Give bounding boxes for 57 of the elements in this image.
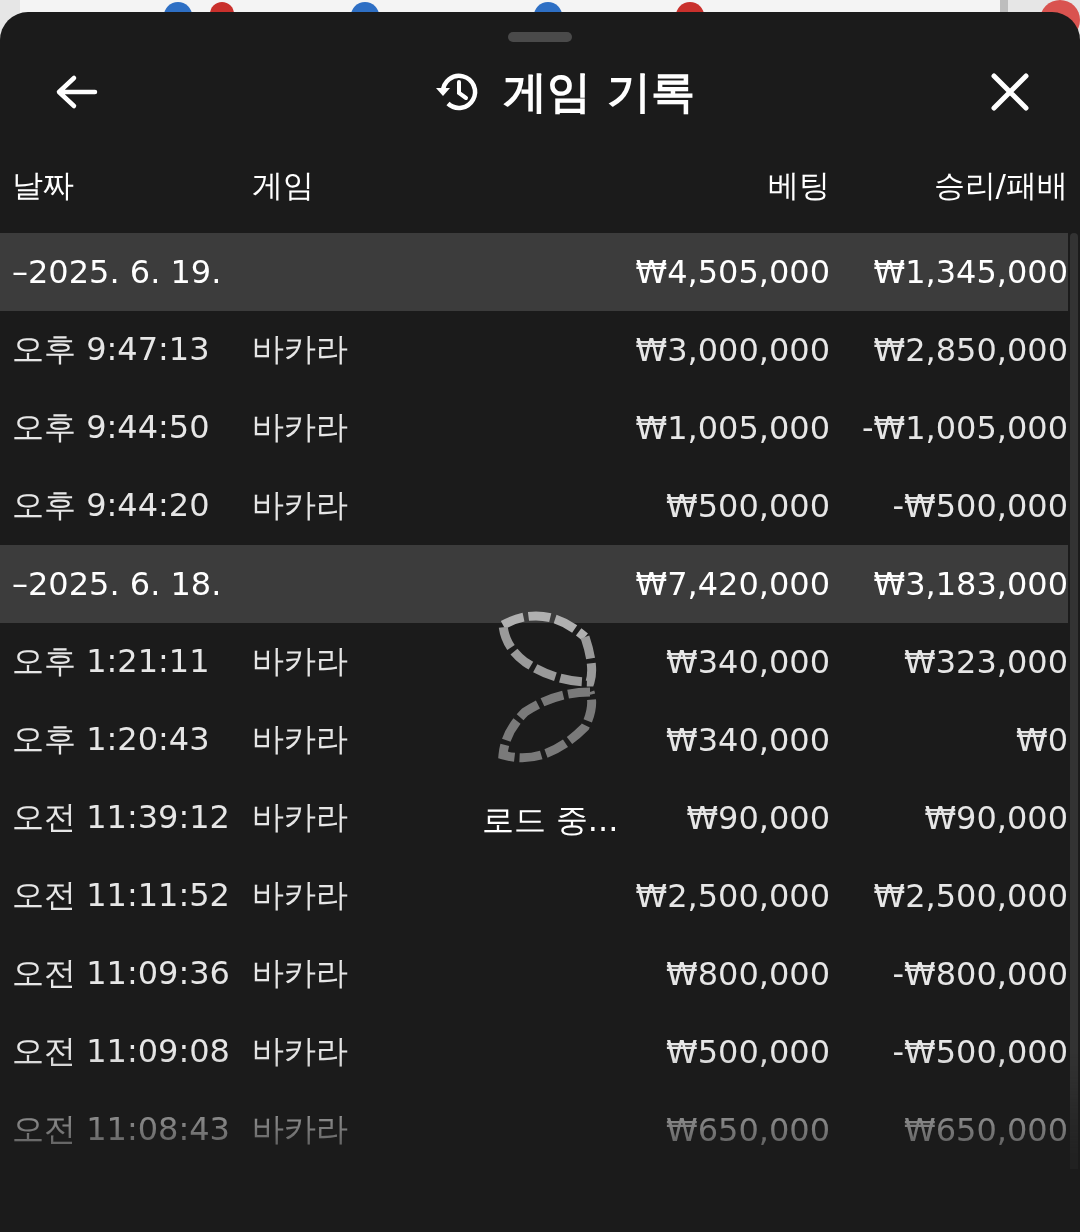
table-cell: ₩323,000 [904,643,1068,681]
table-cell-text: 바카라 [252,953,348,994]
table-cell-text: 오전 11:11:52 [12,875,230,916]
group-result-total: ₩3,183,000 [873,565,1068,603]
table-cell-text: 바카라 [252,485,348,526]
table-cell-text: 오후 9:44:20 [12,485,210,526]
table-cell-text: 오후 1:20:43 [12,719,210,760]
table-cell: -₩800,000 [892,955,1068,993]
table-cell: -₩500,000 [892,487,1068,525]
drag-handle[interactable] [508,32,572,42]
table-cell-text: 바카라 [252,875,348,916]
group-result-total: ₩1,345,000 [873,253,1068,291]
table-cell: ₩340,000 [666,643,830,681]
table-cell: ₩500,000 [666,1033,830,1071]
column-header: 승리/패배 [932,166,1068,205]
column-header: 베팅 [767,166,830,205]
table-cell-text: 오전 11:39:12 [12,797,230,838]
table-cell: -₩500,000 [892,1033,1068,1071]
table-cell-text: 오후 9:47:13 [12,329,210,370]
column-header: 게임 [252,166,315,205]
table-cell: ₩2,500,000 [873,877,1068,915]
table-cell: -₩1,005,000 [861,409,1068,447]
table-cell-text: 오전 11:08:43 [12,1109,230,1150]
date-group-row[interactable]: –2025. 6. 18. ₩7,420,000 ₩3,183,000 [0,545,1068,623]
table-cell-text: 오전 11:09:36 [12,953,230,994]
table-cell-text: 바카라 [252,407,348,448]
table-cell: ₩1,005,000 [635,409,830,447]
loading-text: 로드 중... [481,800,619,841]
table-cell: ₩340,000 [666,721,830,759]
table-cell-text: 오후 9:44:50 [12,407,210,448]
table-cell: ₩3,000,000 [635,331,830,369]
group-bet-total: ₩4,505,000 [635,253,830,291]
table-cell: ₩90,000 [686,799,830,837]
group-date: –2025. 6. 18. [12,565,222,603]
table-cell-text: 바카라 [252,1031,348,1072]
table-cell-text: 바카라 [252,329,348,370]
table-cell: ₩650,000 [666,1111,830,1149]
table-cell-text: 오전 11:09:08 [12,1031,230,1072]
table-cell-text: 바카라 [252,1109,348,1150]
table-cell: ₩500,000 [666,487,830,525]
back-arrow-icon[interactable] [54,74,98,110]
column-header: 날짜 [12,166,75,205]
close-icon[interactable] [990,72,1030,112]
group-date: –2025. 6. 19. [12,253,222,291]
table-cell: ₩2,500,000 [635,877,830,915]
date-group-row[interactable]: –2025. 6. 19. ₩4,505,000 ₩1,345,000 [0,233,1068,311]
group-bet-total: ₩7,420,000 [635,565,830,603]
sheet-title: 게임 기록 [503,64,695,119]
table-cell-text: 바카라 [252,719,348,760]
table-cell-text: 바카라 [252,641,348,682]
table-cell: ₩650,000 [904,1111,1068,1149]
table-cell: ₩800,000 [666,955,830,993]
table-cell-text: 바카라 [252,797,348,838]
table-cell: ₩2,850,000 [873,331,1068,369]
table-cell: ₩0 [1016,721,1068,759]
table-cell-text: 오후 1:21:11 [12,641,210,682]
table-cell: ₩90,000 [924,799,1068,837]
